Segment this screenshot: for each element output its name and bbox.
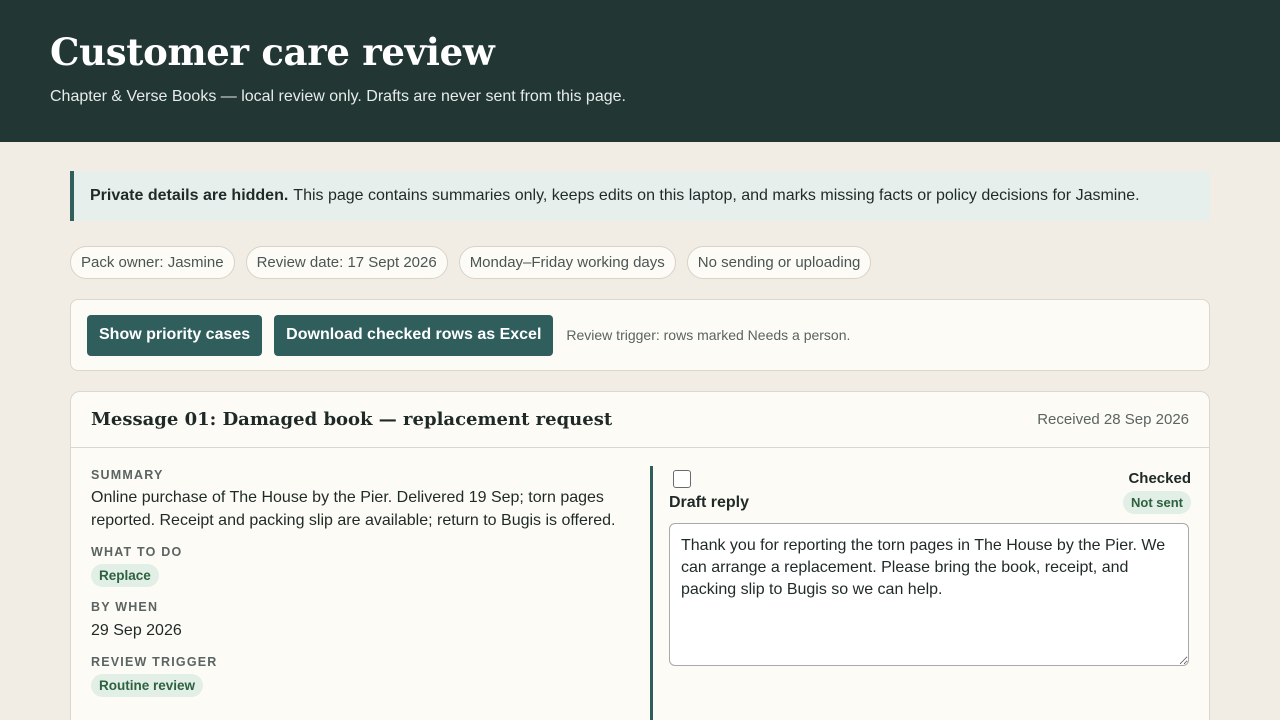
privacy-notice-heading: Private details are hidden. — [90, 187, 289, 204]
by-when-date: 29 Sep 2026 — [91, 622, 182, 639]
message-card-header: Message 01: Damaged book — replacement r… — [71, 392, 1209, 448]
chip-review-date: Review date: 17 Sept 2026 — [245, 246, 448, 279]
summary-text: Online purchase of The House by the Pier… — [91, 489, 616, 529]
checked-checkbox[interactable] — [673, 470, 691, 488]
privacy-notice-text: This page contains summaries only, keeps… — [293, 187, 1140, 204]
checked-label: Checked — [1128, 470, 1191, 487]
message-title: Message 01: Damaged book — replacement r… — [91, 409, 613, 430]
page-header: Customer care review Chapter & Verse Boo… — [0, 0, 1280, 142]
download-excel-button[interactable]: Download checked rows as Excel — [274, 314, 554, 356]
message-card: Message 01: Damaged book — replacement r… — [70, 391, 1210, 720]
status-badge: Not sent — [1123, 491, 1191, 514]
by-when-label: By when — [91, 600, 159, 614]
review-trigger-badge: Routine review — [91, 674, 204, 697]
chip-pack-owner: Pack owner: Jasmine — [70, 246, 235, 279]
action-badge: Replace — [91, 564, 159, 587]
what-to-do-label: What to do — [91, 545, 183, 559]
chip-no-sending: No sending or uploading — [686, 246, 872, 279]
message-details: Summary Online purchase of The House by … — [91, 468, 636, 697]
chip-working-days: Monday–Friday working days — [458, 246, 676, 279]
page-subtitle: Chapter & Verse Books — local review onl… — [50, 88, 626, 105]
review-trigger-note: Review trigger: rows marked Needs a pers… — [566, 327, 851, 343]
draft-reply-textarea[interactable]: Thank you for reporting the torn pages i… — [669, 523, 1189, 666]
summary-label: Summary — [91, 468, 164, 482]
page-title: Customer care review — [50, 30, 495, 74]
show-priority-cases-button[interactable]: Show priority cases — [87, 314, 263, 356]
review-trigger-label: Review trigger — [91, 655, 218, 669]
toolbar: Show priority cases Download checked row… — [70, 299, 1210, 371]
info-chips: Pack owner: Jasmine Review date: 17 Sept… — [70, 246, 872, 279]
draft-reply-label: Draft reply — [669, 494, 750, 511]
privacy-notice: Private details are hidden. This page co… — [70, 171, 1210, 221]
received-date: Received 28 Sep 2026 — [1037, 411, 1189, 428]
column-divider — [650, 466, 653, 720]
